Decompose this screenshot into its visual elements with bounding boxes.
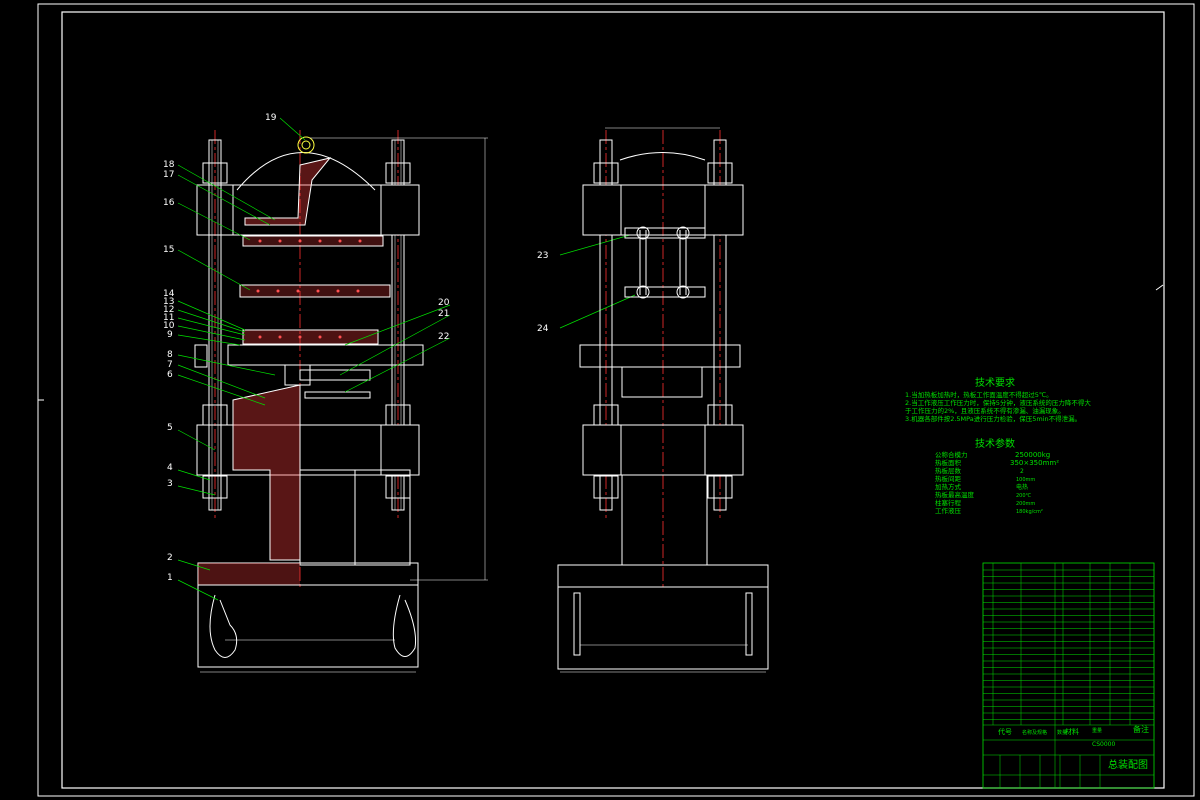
part-label: 9 — [167, 330, 173, 340]
param-value: 180kg/cm² — [1016, 509, 1043, 515]
head-weight: 重量 — [1092, 727, 1102, 734]
side-view — [557, 127, 769, 673]
tech-requirement-line: 1.当加热板加热时，热板工作面温度不得超过5℃。 — [905, 390, 1053, 399]
part-label: 14 — [163, 289, 175, 299]
ram-plate — [304, 391, 371, 399]
part-label: 21 — [438, 309, 449, 319]
part-label: 16 — [163, 198, 175, 208]
anchor-bolt-left — [209, 594, 238, 658]
bom-grid — [983, 563, 1154, 788]
part-label: 17 — [163, 170, 174, 180]
head-code: 代号 — [998, 727, 1012, 736]
part-label: 24 — [537, 324, 549, 334]
upper-section-hatch — [244, 157, 332, 226]
part-label: 8 — [167, 350, 173, 360]
tech-requirement-line: 3.机器各部件按2.5MPa进行压力检验，保压5min不得泄漏。 — [905, 414, 1081, 423]
param-name: 加热方式 — [935, 482, 962, 491]
border-tick — [1155, 284, 1164, 291]
param-value: 350×350mm² — [1010, 459, 1059, 467]
part-label: 23 — [537, 251, 548, 261]
cylinder-body — [621, 474, 708, 566]
upper-beam-hub-left — [582, 184, 622, 236]
moving-platen — [227, 344, 424, 366]
tech-requirements: 技术要求 1.当加热板加热时，热板工作面温度不得超过5℃。 2.当工作液压工作压… — [905, 376, 1091, 423]
cylinder-section-hatch — [232, 384, 301, 561]
dome-cover — [619, 152, 706, 161]
param-value: 250000kg — [1015, 451, 1050, 459]
lower-beam-hub-right — [380, 424, 420, 476]
part-label: 19 — [265, 113, 277, 123]
part-label: 3 — [167, 479, 173, 489]
param-value: 200mm — [1016, 501, 1035, 507]
part-label: 6 — [167, 370, 173, 380]
head-name: 名称及规格 — [1022, 729, 1047, 736]
anchor-bolt-right — [392, 594, 416, 657]
upper-beam-hub-right — [704, 184, 744, 236]
platen-block — [284, 364, 311, 386]
hot-plate-2 — [239, 284, 391, 298]
part-label: 18 — [163, 160, 175, 170]
tech-requirement-line: 2.当工作液压工作压力时，保持5分钟，液压系统的压力降不得大 — [905, 398, 1091, 407]
drawing-title: 总装配图 — [1108, 758, 1148, 771]
part-label: 20 — [438, 298, 450, 308]
cad-drawing-canvas: 1 2 3 4 5 6 7 8 9 10 11 12 13 14 15 16 1… — [37, 3, 1195, 797]
tech-requirements-heading: 技术要求 — [975, 376, 1015, 389]
tech-params-heading: 技术参数 — [975, 437, 1015, 450]
lower-beam-hub-left — [582, 424, 622, 476]
tech-requirement-line: 于工作压力的2%，且液压系统不得有渗漏、油漏现象。 — [905, 406, 1065, 415]
param-name: 工作液压 — [935, 506, 962, 515]
param-value: 2 — [1020, 468, 1024, 475]
param-name: 热板间距 — [935, 474, 962, 483]
part-label: 22 — [438, 332, 449, 342]
param-value: 200℃ — [1016, 493, 1032, 499]
param-value: 100mm — [1016, 477, 1035, 483]
upper-beam-hub-right — [380, 184, 420, 236]
param-value: 电热 — [1016, 483, 1028, 491]
ram-block — [621, 366, 703, 398]
part-label: 1 — [167, 573, 173, 583]
anchor-bolt-right — [745, 592, 753, 656]
tech-params: 技术参数 公称合模力 250000kg 热板面积 350×350mm² 热板层数… — [935, 437, 1059, 515]
param-name: 热板面积 — [935, 458, 962, 467]
eye-bolt — [297, 136, 315, 154]
moving-platen — [579, 344, 741, 368]
param-name: 公称合模力 — [935, 450, 968, 459]
part-label: 15 — [163, 245, 174, 255]
base-hatch — [198, 563, 300, 585]
head-note: 备注 — [1133, 724, 1149, 734]
param-name: 热板层数 — [935, 466, 962, 475]
eye-bolt-inner — [301, 140, 311, 150]
param-name: 热板最高温度 — [935, 490, 975, 499]
drawing-number: CS0000 — [1092, 741, 1115, 748]
platen-bracket — [194, 344, 208, 368]
front-section-view — [194, 130, 488, 673]
hot-plate-3 — [242, 329, 379, 345]
bom-frame — [982, 562, 1155, 789]
title-block: 代号 名称及规格 数量 材料 重量 备注 CS0000 总装配图 — [982, 562, 1155, 789]
part-label: 4 — [167, 463, 173, 473]
head-material: 材料 — [1065, 727, 1079, 736]
param-name: 柱塞行程 — [935, 498, 962, 507]
hot-plate-1 — [242, 235, 384, 247]
foundation — [557, 586, 769, 670]
lower-beam-hub-right — [704, 424, 744, 476]
anchor-bolt-left — [573, 592, 581, 656]
part-label: 2 — [167, 553, 173, 563]
part-label: 7 — [167, 360, 173, 370]
part-label: 5 — [167, 423, 173, 433]
